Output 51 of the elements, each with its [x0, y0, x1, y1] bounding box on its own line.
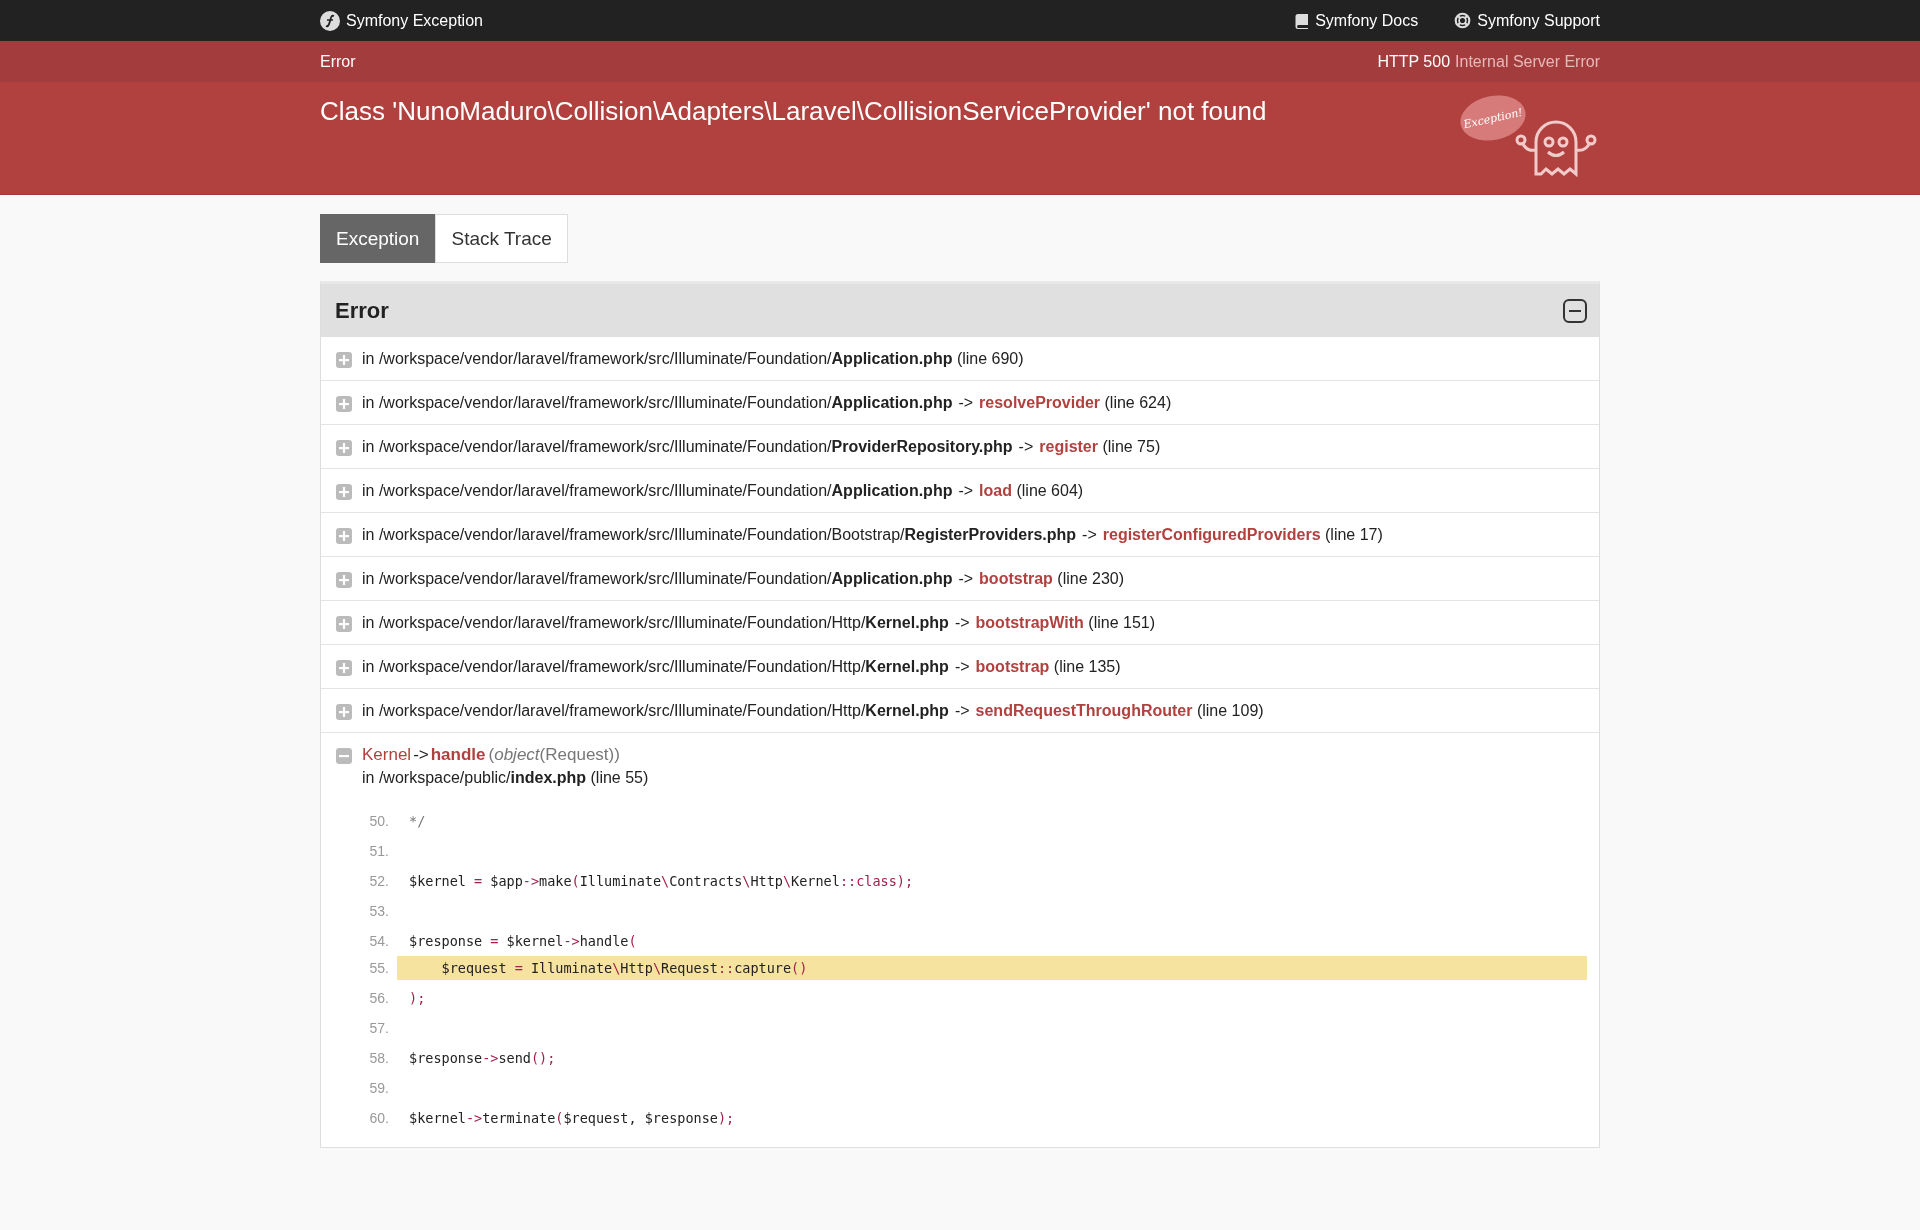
collapse-icon[interactable]: [1563, 298, 1587, 323]
expand-icon[interactable]: [336, 572, 352, 588]
line-number: 52.: [368, 873, 390, 889]
status-text: Internal Server Error: [1455, 52, 1600, 70]
line-number: 57.: [368, 1020, 390, 1036]
nav-link[interactable]: Symfony Docs: [1295, 11, 1419, 30]
status-label: Error: [320, 52, 356, 71]
code-line: $response = $kernel->handle(: [408, 932, 638, 951]
code-line: */: [408, 812, 427, 831]
code-line: $kernel = $app->make(Illuminate\Contracts\Http\Kernel::class);: [408, 872, 915, 891]
line-number: 50.: [368, 813, 390, 829]
line-number: 53.: [368, 903, 390, 919]
code-line: $response->send();: [408, 1049, 557, 1068]
brand-link[interactable]: Symfony Exception: [320, 10, 483, 31]
trace-call: Kernel->handle (object(Request)): [362, 745, 621, 765]
expand-icon[interactable]: [336, 528, 352, 544]
line-number: 59.: [368, 1080, 390, 1096]
lifebuoy-icon: [1454, 12, 1472, 29]
nav-link[interactable]: Symfony Support: [1454, 11, 1600, 30]
line-number: 60.: [368, 1110, 390, 1126]
tab[interactable]: Stack Trace: [435, 214, 568, 263]
code-line: $kernel->terminate($request, $response);: [408, 1109, 736, 1128]
trace-location: in /workspace/vendor/laravel/framework/src/Illuminate/Foundation/ProviderRepository.php -> register (line 75): [362, 437, 1161, 457]
expand-icon[interactable]: [336, 440, 352, 456]
trace-location: in /workspace/vendor/laravel/framework/src/Illuminate/Foundation/Bootstrap/RegisterProviders.php -> registerConfiguredProviders (line 17): [362, 525, 1383, 545]
trace-location: in /workspace/vendor/laravel/framework/src/Illuminate/Foundation/Http/Kernel.php -> sendRequestThroughRouter (line 109): [362, 701, 1264, 721]
expand-icon[interactable]: [336, 396, 352, 412]
book-icon: [1295, 12, 1310, 29]
expand-icon[interactable]: [336, 352, 352, 368]
trace-location: in /workspace/vendor/laravel/framework/src/Illuminate/Foundation/Application.php -> load (line 604): [362, 481, 1084, 501]
expand-icon[interactable]: [336, 704, 352, 720]
trace-location: in /workspace/public/index.php (line 55): [362, 768, 649, 788]
symfony-logo-icon: [320, 10, 340, 31]
trace-location: in /workspace/vendor/laravel/framework/src/Illuminate/Foundation/Application.php -> bootstrap (line 230): [362, 569, 1125, 589]
status-code: HTTP 500: [1377, 52, 1451, 70]
line-number: 55.: [368, 960, 390, 976]
expand-icon[interactable]: [336, 660, 352, 676]
code-line: );: [408, 989, 427, 1008]
line-number: 56.: [368, 990, 390, 1006]
expand-icon[interactable]: [336, 616, 352, 632]
trace-location: in /workspace/vendor/laravel/framework/src/Illuminate/Foundation/Http/Kernel.php -> bootstrapWith (line 151): [362, 613, 1155, 633]
exception-message: Class 'NunoMaduro\Collision\Adapters\Laravel\CollisionServiceProvider' not found: [320, 96, 1267, 128]
tab[interactable]: Exception: [320, 214, 436, 263]
panel-title: Error: [335, 297, 389, 324]
trace-location: in /workspace/vendor/laravel/framework/src/Illuminate/Foundation/Http/Kernel.php -> bootstrap (line 135): [362, 657, 1121, 677]
line-number: 51.: [368, 843, 390, 859]
trace-location: in /workspace/vendor/laravel/framework/src/Illuminate/Foundation/Application.php -> resolveProvider (line 624): [362, 393, 1172, 413]
line-number: 58.: [368, 1050, 390, 1066]
line-number: 54.: [368, 933, 390, 949]
trace-location: in /workspace/vendor/laravel/framework/src/Illuminate/Foundation/Application.php (line 690): [362, 349, 1024, 369]
expand-icon[interactable]: [336, 484, 352, 500]
